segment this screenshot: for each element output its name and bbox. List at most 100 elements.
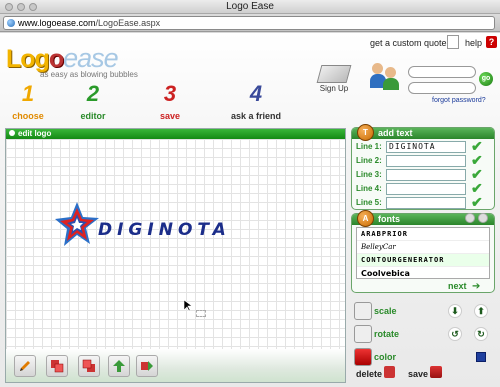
move-right-button[interactable] bbox=[136, 355, 158, 377]
editor-toolbar bbox=[6, 349, 345, 382]
rotate-left-button[interactable]: ↺ bbox=[448, 327, 462, 341]
arrow-right-icon[interactable]: ➔ bbox=[472, 281, 480, 292]
line-5-input[interactable] bbox=[386, 197, 466, 209]
mouse-cursor-icon bbox=[184, 300, 192, 312]
checkmark-icon[interactable]: ✔ bbox=[471, 195, 483, 209]
next-fonts-link[interactable]: next bbox=[448, 281, 467, 291]
scale-up-button[interactable]: ⬆ bbox=[474, 304, 488, 318]
save-button[interactable]: save bbox=[408, 369, 428, 379]
prev-page-icon[interactable] bbox=[465, 213, 475, 223]
signup-pen-icon bbox=[316, 65, 352, 83]
help-link[interactable]: help bbox=[465, 38, 482, 48]
bring-forward-button[interactable] bbox=[46, 355, 68, 377]
color-swatch[interactable] bbox=[476, 352, 486, 362]
checkmark-icon[interactable]: ✔ bbox=[471, 139, 483, 153]
font-pager bbox=[465, 213, 488, 223]
text-line-1: Line 1: DIGINOTA ✔ bbox=[356, 139, 490, 153]
text-line-3: Line 3: ✔ bbox=[356, 167, 490, 181]
move-up-button[interactable] bbox=[108, 355, 130, 377]
minimize-icon[interactable] bbox=[17, 3, 25, 11]
pencil-icon bbox=[20, 361, 30, 371]
line-4-input[interactable] bbox=[386, 183, 466, 195]
arrow-right-icon bbox=[141, 361, 153, 371]
line-label: Line 3: bbox=[356, 170, 382, 179]
edit-logo-header: edit logo bbox=[6, 129, 345, 139]
checkmark-icon[interactable]: ✔ bbox=[471, 153, 483, 167]
scale-control: scale ⬇ ⬆ bbox=[352, 302, 495, 324]
username-field[interactable] bbox=[408, 66, 476, 78]
rotate-right-button[interactable]: ↻ bbox=[474, 327, 488, 341]
line-label: Line 5: bbox=[356, 198, 382, 207]
color-label: color bbox=[374, 352, 397, 362]
document-icon[interactable] bbox=[447, 35, 459, 49]
signup-button[interactable]: Sign Up bbox=[314, 65, 354, 94]
rotate-label: rotate bbox=[374, 329, 400, 339]
nav-label: ask a friend bbox=[230, 111, 282, 121]
nav-choose[interactable]: 1 choose bbox=[10, 77, 46, 121]
paint-bucket-icon bbox=[354, 348, 372, 366]
scale-label: scale bbox=[374, 306, 397, 316]
line-2-input[interactable] bbox=[386, 155, 466, 167]
maximize-icon[interactable] bbox=[29, 3, 37, 11]
signup-label: Sign Up bbox=[319, 84, 349, 93]
help-icon[interactable]: ? bbox=[486, 36, 497, 48]
save-disk-icon[interactable] bbox=[430, 366, 442, 378]
fonts-panel: A fonts ARABPRIOR BelleyCar CONTOURGENER… bbox=[351, 210, 495, 293]
line-label: Line 2: bbox=[356, 156, 382, 165]
pencil-tool-button[interactable] bbox=[14, 355, 36, 377]
font-option[interactable]: ARABPRIOR bbox=[357, 228, 489, 241]
logo-part-4: ase bbox=[77, 43, 119, 73]
close-icon[interactable] bbox=[5, 3, 13, 11]
text-line-2: Line 2: ✔ bbox=[356, 153, 490, 167]
star-logo-icon[interactable] bbox=[54, 200, 100, 252]
logo-part-3: e bbox=[63, 43, 78, 73]
delete-button[interactable]: delete bbox=[356, 369, 382, 379]
font-option-selected[interactable]: CONTOURGENERATOR bbox=[357, 254, 489, 267]
checkmark-icon[interactable]: ✔ bbox=[471, 181, 483, 195]
step-number: 1 bbox=[21, 81, 35, 106]
line-label: Line 4: bbox=[356, 184, 382, 193]
edit-logo-title: edit logo bbox=[18, 129, 52, 138]
logo-part-2: o bbox=[48, 45, 64, 73]
layers-icon bbox=[51, 360, 64, 373]
go-button[interactable]: go bbox=[479, 72, 493, 86]
rotate-control: rotate ↺ ↻ bbox=[352, 325, 495, 347]
line-3-input[interactable] bbox=[386, 169, 466, 181]
line-label: Line 1: bbox=[356, 142, 382, 151]
forgot-password-link[interactable]: forgot password? bbox=[432, 97, 486, 104]
users-icon bbox=[370, 61, 402, 91]
page: Logoease as easy as blowing bubbles get … bbox=[0, 33, 500, 387]
trash-icon[interactable] bbox=[384, 366, 395, 378]
color-control: color bbox=[352, 348, 495, 370]
password-field[interactable] bbox=[408, 82, 476, 94]
custom-quote-link[interactable]: get a custom quote bbox=[370, 38, 447, 48]
font-option[interactable]: BelleyCar bbox=[357, 241, 489, 254]
logo-part-1: Log bbox=[6, 45, 50, 73]
next-page-icon[interactable] bbox=[478, 213, 488, 223]
nav-editor[interactable]: 2 editor bbox=[70, 77, 116, 121]
logo-canvas[interactable]: DIGINOTA bbox=[6, 139, 345, 349]
address-bar[interactable]: www.logoease.com/LogoEase.aspx bbox=[3, 16, 495, 30]
text-tool-icon: T bbox=[357, 124, 374, 141]
nav-label: editor bbox=[80, 111, 106, 121]
font-list[interactable]: ARABPRIOR BelleyCar CONTOURGENERATOR Coo… bbox=[356, 227, 490, 279]
url-path: /LogoEase.aspx bbox=[95, 18, 161, 28]
layers-back-icon bbox=[82, 359, 95, 372]
font-tool-icon: A bbox=[357, 210, 374, 227]
nav-label: save bbox=[159, 111, 181, 121]
collapse-icon[interactable] bbox=[9, 130, 15, 136]
checkmark-icon[interactable]: ✔ bbox=[471, 167, 483, 181]
nav-save[interactable]: 3 save bbox=[152, 77, 188, 121]
globe-icon bbox=[7, 19, 15, 27]
rotate-icon bbox=[354, 325, 372, 343]
nav-ask-friend[interactable]: 4 ask a friend bbox=[228, 77, 284, 121]
send-backward-button[interactable] bbox=[78, 355, 100, 377]
logo-text[interactable]: DIGINOTA bbox=[98, 220, 231, 240]
add-text-panel: T add text Line 1: DIGINOTA ✔ Line 2: ✔ … bbox=[351, 124, 495, 210]
font-option[interactable]: Coolvebica bbox=[357, 267, 489, 278]
window-controls bbox=[5, 3, 37, 11]
window-titlebar: Logo Ease bbox=[0, 0, 500, 14]
scale-down-button[interactable]: ⬇ bbox=[448, 304, 462, 318]
line-1-input[interactable]: DIGINOTA bbox=[386, 141, 466, 153]
step-number: 3 bbox=[163, 81, 177, 106]
